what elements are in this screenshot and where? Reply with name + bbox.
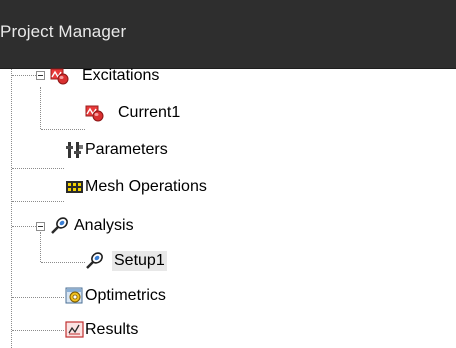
- tree-item-excitations[interactable]: Excitations: [34, 66, 254, 90]
- setup-icon: [84, 251, 104, 271]
- tree-item-label: Setup1: [112, 251, 167, 271]
- collapse-toggle[interactable]: [36, 71, 45, 80]
- tree-branch-line: [12, 168, 64, 169]
- tree-item-parameters[interactable]: Parameters: [63, 138, 283, 162]
- tree-item-analysis[interactable]: Analysis: [34, 214, 254, 238]
- tree-item-optimetrics[interactable]: Optimetrics: [63, 284, 283, 308]
- tree-branch-line: [12, 297, 64, 298]
- tree-branch-line: [41, 262, 85, 263]
- results-icon: [65, 320, 85, 340]
- tree-item-label: Current1: [118, 104, 181, 121]
- tree-branch-line: [40, 87, 41, 129]
- mesh-operations-icon: [65, 177, 85, 197]
- analysis-icon: [49, 216, 69, 236]
- current-excitation-icon: [84, 103, 104, 123]
- panel-header: Project Manager: [0, 0, 456, 69]
- tree-item-label: Analysis: [74, 217, 134, 234]
- parameters-icon: [65, 140, 85, 160]
- tree-branch-line: [12, 201, 64, 202]
- project-manager-panel: Project Manager Excitations Current1 Par…: [0, 0, 456, 348]
- collapse-toggle[interactable]: [36, 222, 45, 231]
- excitations-icon: [49, 66, 69, 86]
- tree-item-label: Mesh Operations: [85, 178, 207, 195]
- optimetrics-icon: [65, 286, 85, 306]
- tree-item-current1[interactable]: Current1: [84, 101, 284, 125]
- tree-item-setup1[interactable]: Setup1: [84, 249, 284, 273]
- tree-item-label: Excitations: [82, 67, 160, 84]
- tree-branch-line: [12, 330, 64, 331]
- panel-title: Project Manager: [0, 22, 127, 41]
- tree-item-label: Results: [85, 321, 139, 338]
- tree-branch-line: [12, 226, 36, 227]
- tree-item-mesh-operations[interactable]: Mesh Operations: [63, 175, 303, 199]
- tree-branch-line: [41, 129, 85, 130]
- tree-trunk-line: [11, 69, 12, 348]
- tree-item-results[interactable]: Results: [63, 318, 283, 342]
- tree-branch-line: [12, 75, 36, 76]
- tree-item-label: Optimetrics: [85, 287, 166, 304]
- tree-item-label: Parameters: [85, 141, 168, 158]
